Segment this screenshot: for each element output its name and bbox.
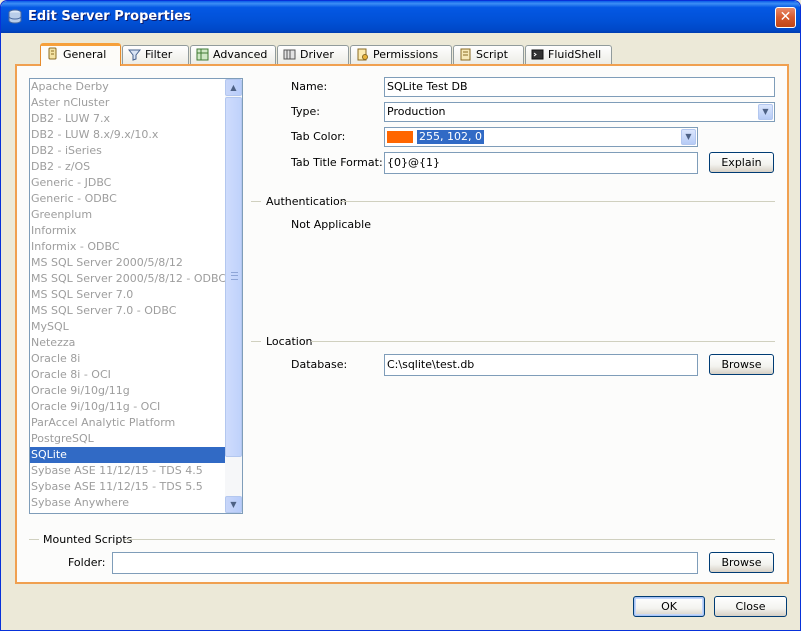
tab-general[interactable]: General [40, 43, 121, 66]
grip-icon [231, 272, 238, 280]
tab-label: Permissions [373, 48, 439, 61]
explain-button[interactable]: Explain [709, 152, 774, 173]
list-item[interactable]: DB2 - LUW 7.x [30, 111, 226, 127]
list-item[interactable]: Oracle 8i - OCI [30, 367, 226, 383]
list-item[interactable]: Netezza [30, 335, 226, 351]
list-item[interactable]: SQLite [30, 447, 226, 463]
tab-strip: General Filter Advanced Driver Permissio… [15, 43, 795, 66]
list-item[interactable]: MS SQL Server 2000/5/8/12 [30, 255, 226, 271]
tab-color-value: 255, 102, 0 [417, 130, 484, 144]
list-item[interactable]: DB2 - iSeries [30, 143, 226, 159]
list-item[interactable]: DB2 - z/OS [30, 159, 226, 175]
advanced-icon [196, 48, 209, 61]
divider [311, 341, 775, 342]
close-button[interactable]: Close [714, 596, 787, 617]
folder-label: Folder: [68, 556, 106, 569]
general-icon [48, 47, 57, 60]
scroll-up-button[interactable]: ▲ [225, 79, 242, 96]
list-item[interactable]: Aster nCluster [30, 95, 226, 111]
tab-color-label: Tab Color: [291, 130, 346, 143]
database-type-items: Apache Derby Aster nCluster DB2 - LUW 7.x D… [30, 79, 226, 511]
list-item[interactable]: MS SQL Server 7.0 - ODBC [30, 303, 226, 319]
tab-label: Filter [145, 48, 173, 61]
driver-icon [283, 49, 296, 60]
list-item[interactable]: Oracle 9i/10g/11g [30, 383, 226, 399]
list-item[interactable]: Informix [30, 223, 226, 239]
database-type-list[interactable]: Apache Derby Aster nCluster DB2 - LUW 7.x D… [29, 78, 243, 514]
divider [340, 201, 775, 202]
tab-label: Script [476, 48, 508, 61]
list-item[interactable]: Generic - JDBC [30, 175, 226, 191]
scroll-thumb[interactable] [225, 97, 242, 457]
list-item[interactable]: Sybase Anywhere [30, 495, 226, 511]
tab-driver[interactable]: Driver [277, 45, 349, 65]
divider [29, 539, 39, 540]
list-item[interactable]: Informix - ODBC [30, 239, 226, 255]
tab-script[interactable]: Script [453, 45, 524, 65]
tab-color-dropdown-button[interactable]: ▼ [681, 129, 696, 145]
list-item[interactable]: MS SQL Server 2000/5/8/12 - ODBC [30, 271, 226, 287]
type-select[interactable]: Production ▼ [384, 102, 775, 122]
close-icon: ✕ [779, 9, 792, 25]
tab-label: FluidShell [548, 48, 602, 61]
list-item[interactable]: Oracle 8i [30, 351, 226, 367]
database-browse-button[interactable]: Browse [709, 354, 774, 375]
color-swatch [387, 131, 413, 143]
tab-advanced[interactable]: Advanced [190, 45, 276, 65]
name-field[interactable]: SQLite Test DB [384, 77, 775, 97]
ok-button[interactable]: OK [633, 596, 705, 617]
list-item[interactable]: Greenplum [30, 207, 226, 223]
permissions-icon [357, 48, 368, 61]
tab-label: Driver [300, 48, 334, 61]
chevron-down-icon: ▼ [685, 132, 692, 141]
type-dropdown-button[interactable]: ▼ [758, 104, 773, 120]
folder-browse-button[interactable]: Browse [709, 552, 774, 573]
title-bar[interactable]: Edit Server Properties ✕ [1, 1, 800, 33]
type-label: Type: [291, 105, 320, 118]
script-icon [460, 48, 471, 61]
type-select-value: Production [387, 105, 446, 118]
list-item[interactable]: Oracle 9i/10g/11g - OCI [30, 399, 226, 415]
divider [251, 341, 261, 342]
divider [251, 201, 261, 202]
tab-color-select[interactable]: 255, 102, 0 ▼ [384, 127, 698, 147]
location-heading: Location [266, 335, 313, 348]
list-item[interactable]: PostgreSQL [30, 431, 226, 447]
tab-permissions[interactable]: Permissions [350, 45, 452, 65]
chevron-down-icon: ▼ [762, 107, 769, 116]
divider [125, 539, 775, 540]
list-item[interactable]: Apache Derby [30, 79, 226, 95]
folder-field[interactable] [112, 552, 698, 574]
database-label: Database: [291, 358, 348, 371]
dialog-window: Edit Server Properties ✕ General Filter … [0, 0, 801, 631]
list-scrollbar[interactable]: ▲ ▼ [225, 79, 242, 513]
window-close-button[interactable]: ✕ [775, 7, 796, 28]
list-item[interactable]: Generic - ODBC [30, 191, 226, 207]
database-server-icon [8, 9, 22, 24]
list-item[interactable]: MySQL [30, 319, 226, 335]
tab-label: General [63, 48, 107, 61]
chevron-up-icon: ▲ [230, 83, 237, 92]
list-item[interactable]: DB2 - LUW 8.x/9.x/10.x [30, 127, 226, 143]
mounted-scripts-heading: Mounted Scripts [43, 533, 133, 546]
scroll-down-button[interactable]: ▼ [225, 496, 242, 513]
name-label: Name: [291, 80, 328, 93]
general-tab-panel: Apache Derby Aster nCluster DB2 - LUW 7.x D… [15, 64, 789, 584]
authentication-status: Not Applicable [291, 218, 371, 231]
tab-filter[interactable]: Filter [122, 45, 189, 65]
list-item[interactable]: Sybase ASE 11/12/15 - TDS 5.5 [30, 479, 226, 495]
list-item[interactable]: ParAccel Analytic Platform [30, 415, 226, 431]
authentication-heading: Authentication [266, 195, 347, 208]
fluidshell-icon [531, 49, 544, 60]
list-item[interactable]: MS SQL Server 7.0 [30, 287, 226, 303]
window-title: Edit Server Properties [28, 9, 191, 24]
tab-fluidshell[interactable]: FluidShell [525, 45, 612, 65]
tab-label: Advanced [213, 48, 268, 61]
tab-title-format-label: Tab Title Format: [291, 156, 383, 169]
database-path-field[interactable]: C:\sqlite\test.db [384, 354, 698, 376]
filter-icon [128, 49, 141, 61]
list-item[interactable]: Sybase ASE 11/12/15 - TDS 4.5 [30, 463, 226, 479]
chevron-down-icon: ▼ [230, 500, 237, 509]
tab-title-format-field[interactable]: {0}@{1} [384, 152, 698, 174]
